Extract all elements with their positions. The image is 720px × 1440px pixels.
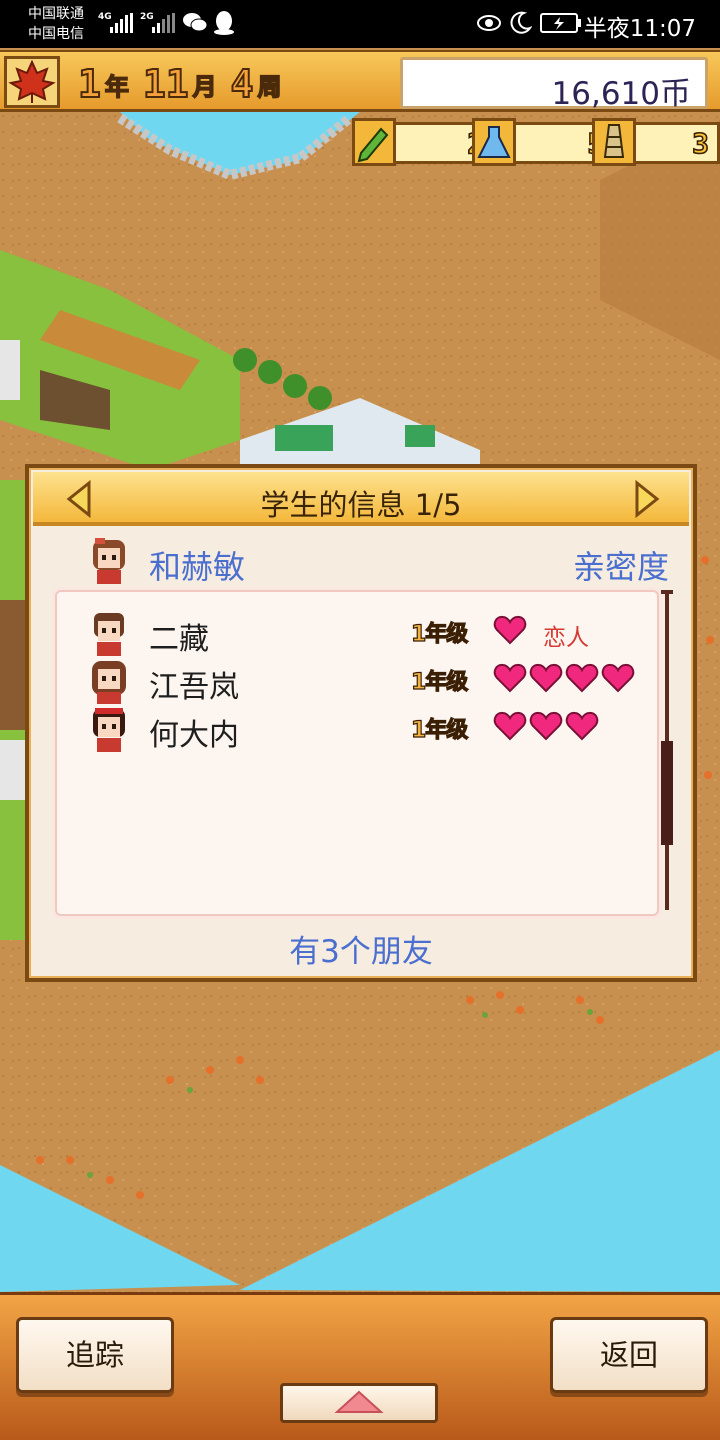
heart-icon bbox=[529, 663, 563, 693]
next-student-arrow-icon[interactable] bbox=[629, 480, 663, 518]
trophy-icon bbox=[603, 124, 625, 158]
friend-name: 何大内 bbox=[149, 718, 239, 753]
signal-strength-2-icon bbox=[152, 13, 175, 33]
heart-icon bbox=[493, 615, 527, 645]
flask-icon-box bbox=[472, 118, 516, 166]
friend-name: 江吾岚 bbox=[149, 670, 239, 705]
friend-name: 二藏 bbox=[149, 622, 209, 657]
friend-list-scrollbar[interactable] bbox=[660, 590, 674, 910]
resource-trophy: 3 bbox=[632, 122, 720, 164]
status-bar: 中国联通 中国电信 4G 2G 半夜11:07 bbox=[0, 0, 720, 48]
wechat-icon bbox=[183, 13, 208, 32]
expand-menu-button[interactable] bbox=[280, 1383, 438, 1423]
clock-time: 半夜11:07 bbox=[583, 16, 696, 42]
pencil-icon bbox=[357, 127, 389, 163]
trophy-icon-box bbox=[592, 118, 636, 166]
student-avatar bbox=[93, 538, 125, 584]
top-hud: 1 年 11 月 4 周 16,610币 bbox=[0, 50, 720, 112]
month-unit: 月 bbox=[192, 72, 218, 102]
carrier-1-label: 中国联通 bbox=[28, 6, 84, 22]
money-display: 16,610币 bbox=[400, 57, 708, 112]
relationship-label: 恋人 bbox=[543, 625, 589, 651]
friend-grade: 1年级 bbox=[410, 717, 469, 743]
intimacy-header: 亲密度 bbox=[572, 548, 669, 586]
heart-icon bbox=[601, 663, 635, 693]
heart-icon bbox=[493, 711, 527, 741]
track-button[interactable]: 追踪 bbox=[16, 1317, 174, 1393]
maple-leaf-icon bbox=[8, 59, 56, 103]
friend-avatar bbox=[94, 613, 124, 656]
flask-icon bbox=[477, 126, 511, 158]
month-value: 11 bbox=[142, 62, 190, 106]
intimacy-hearts bbox=[493, 662, 635, 694]
pencil-icon-box bbox=[352, 118, 396, 166]
qq-icon bbox=[214, 11, 234, 35]
student-info-dialog: 学生的信息 1/5 和赫敏 亲密度 二藏 1年级 恋人 江吾岚 1年级 何大内 … bbox=[25, 464, 697, 982]
battery-icon bbox=[540, 13, 581, 33]
eye-icon bbox=[477, 15, 501, 31]
student-name: 和赫敏 bbox=[149, 548, 246, 586]
friend-avatar bbox=[93, 708, 125, 752]
year-unit: 年 bbox=[104, 72, 130, 102]
friend-count: 有3个朋友 bbox=[289, 934, 433, 970]
friend-list[interactable]: 二藏 1年级 恋人 江吾岚 1年级 何大内 1年级 bbox=[55, 590, 659, 916]
dialog-header: 学生的信息 1/5 bbox=[33, 472, 689, 526]
money-value: 16,610币 bbox=[551, 76, 691, 112]
heart-icon bbox=[565, 711, 599, 741]
season-indicator bbox=[4, 56, 60, 108]
dialog-title: 学生的信息 1/5 bbox=[260, 488, 462, 522]
week-unit: 周 bbox=[257, 72, 283, 102]
intimacy-hearts bbox=[493, 710, 599, 742]
triangle-up-icon bbox=[334, 1390, 384, 1413]
friend-avatar bbox=[92, 661, 126, 704]
friend-grade: 1年级 bbox=[410, 669, 469, 695]
bottom-toolbar: 追踪 返回 bbox=[0, 1292, 720, 1440]
moon-icon bbox=[510, 11, 532, 34]
intimacy-hearts bbox=[493, 614, 527, 646]
friend-grade: 1年级 bbox=[410, 621, 469, 647]
friend-row[interactable]: 二藏 1年级 恋人 bbox=[83, 610, 643, 657]
heart-icon bbox=[529, 711, 563, 741]
resource-trophy-value: 3 bbox=[691, 126, 709, 161]
week-value: 4 bbox=[230, 62, 255, 106]
student-row: 和赫敏 亲密度 bbox=[83, 534, 669, 588]
carrier-2-label: 中国电信 bbox=[28, 26, 84, 42]
scrollbar-thumb[interactable] bbox=[661, 741, 673, 845]
game-date: 1 年 11 月 4 周 bbox=[77, 60, 296, 106]
friend-row[interactable]: 何大内 1年级 bbox=[83, 706, 643, 753]
friend-row[interactable]: 江吾岚 1年级 bbox=[83, 658, 643, 705]
back-button[interactable]: 返回 bbox=[550, 1317, 708, 1393]
heart-icon bbox=[565, 663, 599, 693]
signal-strength-1-icon bbox=[110, 13, 133, 33]
year-value: 1 bbox=[77, 62, 102, 106]
heart-icon bbox=[493, 663, 527, 693]
